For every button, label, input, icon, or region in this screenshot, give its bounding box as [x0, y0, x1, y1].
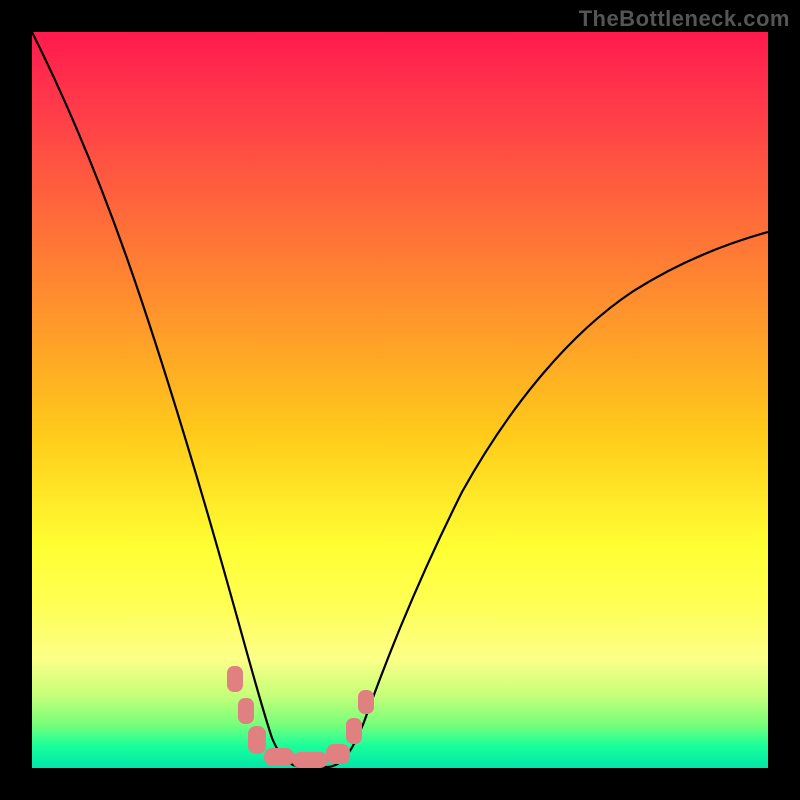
right-marker-low — [346, 718, 362, 744]
marker-group — [227, 666, 374, 768]
left-marker-top — [227, 666, 243, 692]
curve-layer — [32, 32, 768, 768]
watermark-text: TheBottleneck.com — [579, 6, 790, 32]
valley-marker-left — [264, 748, 294, 766]
right-marker-mid — [358, 690, 374, 714]
left-marker-mid — [238, 698, 254, 724]
chart-container: TheBottleneck.com — [0, 0, 800, 800]
bottleneck-curve — [32, 32, 768, 767]
plot-area — [32, 32, 768, 768]
left-marker-low — [248, 726, 266, 754]
valley-marker-mid — [292, 752, 328, 768]
valley-marker-right — [326, 744, 350, 764]
